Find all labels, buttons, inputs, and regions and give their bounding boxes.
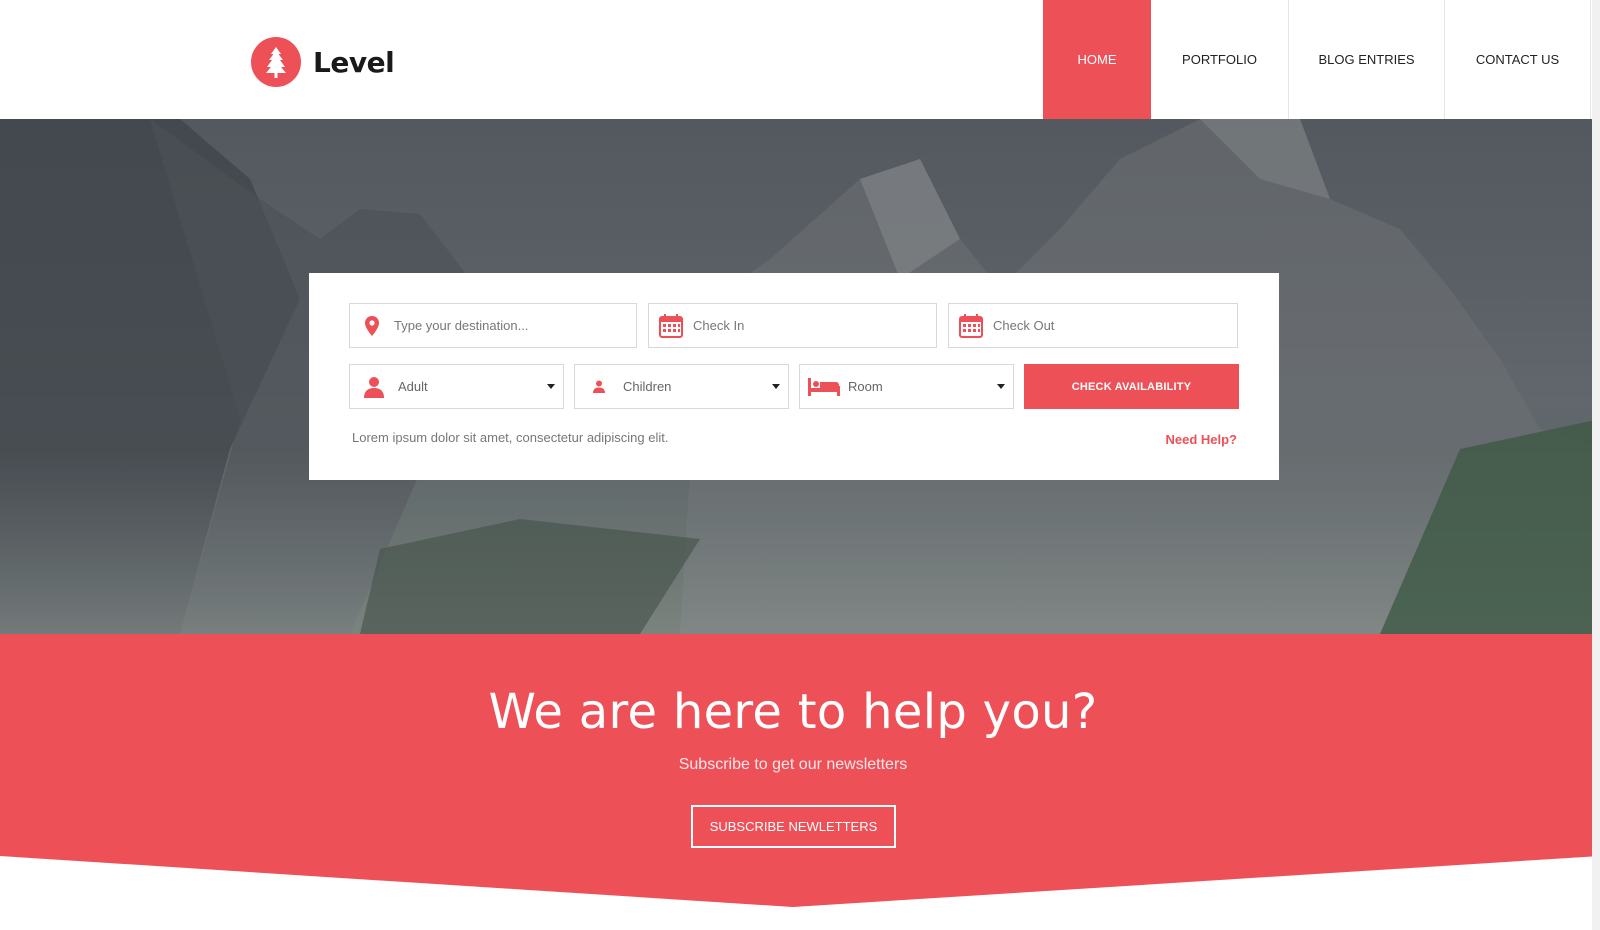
brand-name: Level xyxy=(313,45,395,79)
newsletter-subtitle: Subscribe to get our newsletters xyxy=(678,756,908,773)
newsletter-title: We are here to help you? xyxy=(488,684,1098,740)
calendar-icon xyxy=(949,304,993,347)
nav-blog-entries[interactable]: BLOG ENTRIES xyxy=(1289,0,1445,119)
nav-portfolio[interactable]: PORTFOLIO xyxy=(1151,0,1289,119)
newsletter-section: We are here to help you? Subscribe to ge… xyxy=(0,634,1600,930)
map-pin-icon xyxy=(350,304,394,347)
children-value: Children xyxy=(623,379,672,394)
nav-contact-us[interactable]: CONTACT US xyxy=(1445,0,1591,119)
destination-placeholder: Type your destination... xyxy=(394,318,529,333)
adult-value: Adult xyxy=(398,379,428,394)
subscribe-button[interactable]: SUBSCRIBE NEWLETTERS xyxy=(691,805,896,848)
nav-home[interactable]: HOME xyxy=(1043,0,1151,119)
user-icon xyxy=(350,365,398,408)
room-value: Room xyxy=(848,379,883,394)
chevron-down-icon xyxy=(997,384,1005,389)
newsletter-background xyxy=(0,634,1600,907)
check-in-field[interactable]: Check In xyxy=(648,303,937,348)
adult-select[interactable]: Adult xyxy=(349,364,564,409)
chevron-down-icon xyxy=(772,384,780,389)
tree-icon xyxy=(251,37,301,87)
room-select[interactable]: Room xyxy=(799,364,1014,409)
destination-field[interactable]: Type your destination... xyxy=(349,303,637,348)
check-out-placeholder: Check Out xyxy=(993,318,1055,333)
children-select[interactable]: Children xyxy=(574,364,789,409)
calendar-icon xyxy=(649,304,693,347)
site-header: Level HOME PORTFOLIO BLOG ENTRIES CONTAC… xyxy=(0,0,1600,119)
scrollbar[interactable] xyxy=(1592,0,1600,930)
child-icon xyxy=(575,365,623,408)
main-nav: HOME PORTFOLIO BLOG ENTRIES CONTACT US xyxy=(1043,0,1591,119)
bed-icon xyxy=(800,365,848,408)
hero-section: Type your destination... Check In Check … xyxy=(0,119,1600,634)
booking-note: Lorem ipsum dolor sit amet, consectetur … xyxy=(352,430,669,445)
chevron-down-icon xyxy=(547,384,555,389)
booking-form: Type your destination... Check In Check … xyxy=(309,273,1279,480)
logo[interactable]: Level xyxy=(251,37,395,87)
need-help-link[interactable]: Need Help? xyxy=(1165,432,1237,447)
check-availability-button[interactable]: CHECK AVAILABILITY xyxy=(1024,364,1239,409)
check-out-field[interactable]: Check Out xyxy=(948,303,1238,348)
check-in-placeholder: Check In xyxy=(693,318,745,333)
